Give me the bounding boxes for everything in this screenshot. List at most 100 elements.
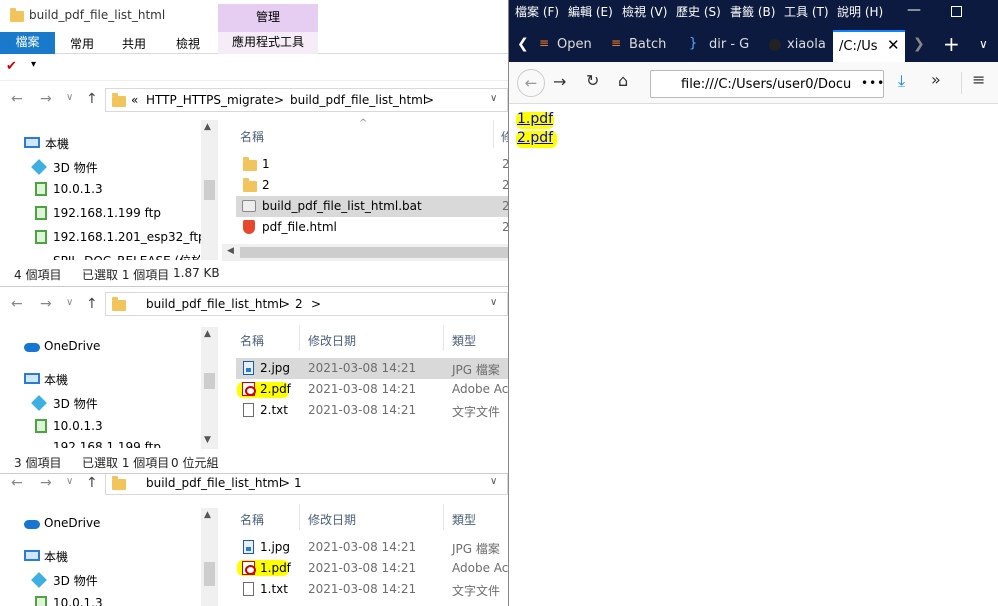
- file-row[interactable]: 1.jpg 2021-03-08 14:21 JPG 檔案: [236, 537, 508, 558]
- browser-tab[interactable]: ≡ Open: [533, 30, 593, 62]
- nav-item-network-drive[interactable]: 10.0.1.3: [0, 179, 200, 201]
- menu-view[interactable]: 檢視 (V): [622, 3, 667, 20]
- chevron-left-icon[interactable]: ❮: [517, 36, 529, 52]
- tab-app-tools[interactable]: 應用程式工具: [218, 32, 318, 54]
- scroll-thumb[interactable]: [204, 562, 215, 586]
- nav-item-3d-objects[interactable]: 3D 物件: [0, 392, 200, 414]
- breadcrumb-separator[interactable]: >: [280, 476, 290, 490]
- file-row[interactable]: 1 2: [236, 154, 508, 175]
- chevron-down-icon[interactable]: ∨: [66, 92, 73, 103]
- scroll-up-icon[interactable]: ▲: [204, 122, 211, 132]
- page-actions-icon[interactable]: •••: [861, 76, 885, 90]
- file-row-selected[interactable]: 2.jpg 2021-03-08 14:21 JPG 檔案: [236, 358, 508, 379]
- back-arrow-icon[interactable]: ←: [11, 91, 23, 107]
- browser-tab[interactable]: ≡ Batch: [605, 30, 673, 62]
- browser-tab-active[interactable]: /C:/Us ✕: [833, 30, 905, 62]
- nav-scrollbar[interactable]: ▲: [201, 508, 218, 606]
- menu-tools[interactable]: 工具 (T): [784, 3, 829, 20]
- tab-home[interactable]: 常用: [70, 35, 94, 52]
- pdf-link[interactable]: 1.pdf: [517, 111, 553, 127]
- browser-tab[interactable]: } dir - G: [685, 30, 753, 62]
- column-header-type[interactable]: 類型: [452, 332, 476, 349]
- address-bar[interactable]: build_pdf_file_list_html > 2 > ∨: [105, 292, 508, 316]
- chevron-down-icon[interactable]: ∨: [490, 476, 497, 487]
- properties-icon[interactable]: ✔: [6, 59, 17, 74]
- nav-item-3d-objects[interactable]: 3D 物件: [0, 156, 200, 178]
- scroll-thumb[interactable]: [204, 180, 215, 200]
- scroll-thumb[interactable]: [204, 373, 215, 389]
- url-text[interactable]: file:///C:/Users/user0/Docu: [681, 77, 851, 92]
- chevron-down-icon[interactable]: ∨: [490, 93, 497, 104]
- nav-item-network-drive[interactable]: 10.0.1.3: [0, 416, 200, 438]
- file-row[interactable]: pdf_file.html 2: [236, 217, 508, 238]
- column-header-date[interactable]: 修: [501, 128, 508, 145]
- scroll-thumb[interactable]: [240, 247, 508, 258]
- breadcrumb-separator[interactable]: >: [424, 93, 434, 107]
- nav-item-this-pc[interactable]: 本機: [0, 368, 200, 390]
- nav-item-network-drive[interactable]: 192.168.1.199 ftp: [0, 203, 200, 225]
- menu-file[interactable]: 檔案 (F): [515, 3, 559, 20]
- chevron-down-icon[interactable]: ∨: [66, 476, 73, 487]
- chevron-down-icon[interactable]: ∨: [979, 37, 988, 51]
- hamburger-menu-icon[interactable]: ≡: [972, 70, 985, 89]
- breadcrumb-item[interactable]: 1: [294, 476, 302, 490]
- new-tab-icon[interactable]: +: [943, 32, 960, 56]
- forward-button-icon[interactable]: →: [553, 72, 566, 91]
- chevron-down-icon[interactable]: ∨: [490, 297, 497, 308]
- nav-item-this-pc[interactable]: 本機: [0, 545, 200, 567]
- column-header-name[interactable]: 名稱: [240, 332, 264, 349]
- menu-help[interactable]: 說明 (H): [837, 3, 883, 20]
- back-button-icon[interactable]: ←: [517, 69, 545, 97]
- download-icon[interactable]: ⤓: [898, 71, 905, 91]
- reload-icon[interactable]: ↻: [586, 71, 599, 90]
- up-arrow-icon[interactable]: ↑: [86, 91, 98, 107]
- nav-scrollbar[interactable]: ▲: [201, 120, 218, 260]
- breadcrumb-item[interactable]: build_pdf_file_list_html: [146, 476, 282, 490]
- forward-arrow-icon[interactable]: →: [40, 296, 52, 312]
- nav-item-network-drive[interactable]: 192.168.1.201_esp32_ftp: [0, 227, 206, 249]
- pdf-link[interactable]: 2.pdf: [517, 130, 553, 146]
- back-arrow-icon[interactable]: ←: [11, 296, 23, 312]
- tab-share[interactable]: 共用: [122, 35, 146, 52]
- breadcrumb-separator[interactable]: >: [280, 297, 290, 311]
- file-row[interactable]: 1.pdf 2021-03-08 14:21 Adobe Ac: [236, 558, 508, 579]
- horizontal-scrollbar[interactable]: ◀: [222, 244, 508, 261]
- home-icon[interactable]: ⌂: [618, 71, 628, 90]
- column-header-date[interactable]: 修改日期: [308, 511, 356, 528]
- breadcrumb-item[interactable]: build_pdf_file_list_html: [146, 297, 282, 311]
- breadcrumb-separator[interactable]: >: [311, 297, 321, 311]
- nav-scrollbar[interactable]: ▲ ▼: [201, 327, 218, 449]
- column-header-name[interactable]: 名稱: [240, 511, 264, 528]
- dropdown-icon[interactable]: ▾: [31, 59, 36, 70]
- up-arrow-icon[interactable]: ↑: [86, 296, 98, 312]
- overflow-menu-icon[interactable]: »: [931, 70, 941, 89]
- menu-edit[interactable]: 編輯 (E): [568, 3, 613, 20]
- menu-bookmarks[interactable]: 書籤 (B): [730, 3, 775, 20]
- breadcrumb-item[interactable]: build_pdf_file_list_html: [290, 93, 426, 107]
- chevron-right-icon[interactable]: ❯: [913, 36, 925, 52]
- forward-arrow-icon[interactable]: →: [40, 91, 52, 107]
- nav-item-onedrive[interactable]: OneDrive: [0, 513, 200, 535]
- up-arrow-icon[interactable]: ↑: [86, 475, 98, 491]
- scroll-up-icon[interactable]: ▲: [204, 329, 211, 339]
- maximize-icon[interactable]: [951, 6, 962, 17]
- file-row[interactable]: 2.pdf 2021-03-08 14:21 Adobe Ac: [236, 379, 508, 400]
- file-row[interactable]: 2 2: [236, 175, 508, 196]
- nav-item-this-pc[interactable]: 本機: [0, 132, 200, 154]
- url-bar[interactable]: file:///C:/Users/user0/Docu •••: [650, 70, 884, 98]
- minimize-icon[interactable]: —: [907, 2, 921, 18]
- scroll-left-icon[interactable]: ◀: [227, 246, 234, 256]
- column-header-date[interactable]: 修改日期: [308, 332, 356, 349]
- nav-item-3d-objects[interactable]: 3D 物件: [0, 569, 200, 591]
- scroll-up-icon[interactable]: ▲: [204, 510, 211, 520]
- chevron-down-icon[interactable]: ∨: [66, 297, 73, 308]
- nav-item-onedrive[interactable]: OneDrive: [0, 336, 200, 358]
- file-row-selected[interactable]: build_pdf_file_list_html.bat 2: [236, 196, 508, 217]
- menu-history[interactable]: 歷史 (S): [676, 3, 721, 20]
- breadcrumb-separator[interactable]: >: [274, 93, 284, 107]
- column-header-name[interactable]: 名稱: [240, 128, 264, 145]
- browser-tab[interactable]: xiaola: [765, 30, 831, 62]
- nav-item-network-drive[interactable]: SPIL_DOC_RELEASE (位於 f: [0, 251, 200, 260]
- scroll-down-icon[interactable]: ▼: [204, 435, 211, 445]
- breadcrumb-overflow[interactable]: «: [131, 93, 138, 107]
